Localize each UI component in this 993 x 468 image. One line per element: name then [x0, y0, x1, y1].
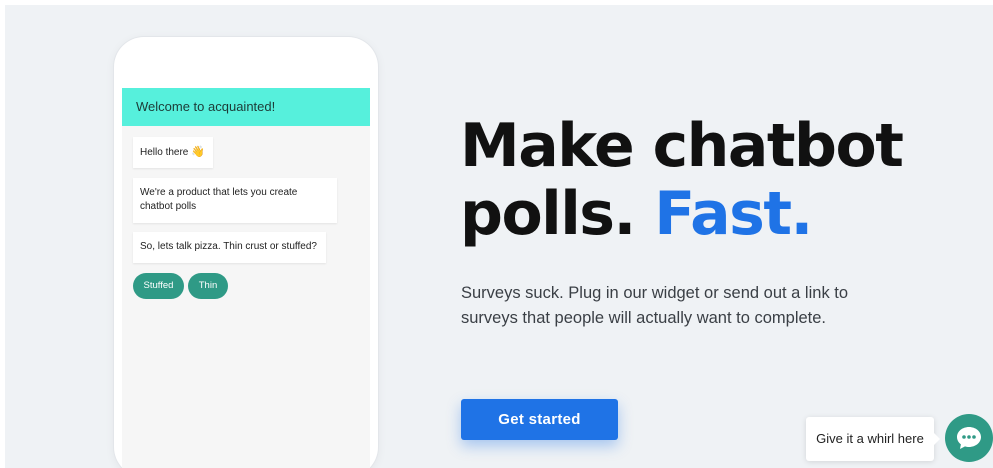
reply-button-thin[interactable]: Thin: [188, 273, 228, 299]
widget-tooltip[interactable]: Give it a whirl here: [806, 417, 940, 461]
chat-message-intro: We're a product that lets you create cha…: [133, 178, 337, 223]
reply-button-stuffed[interactable]: Stuffed: [133, 273, 184, 299]
get-started-button[interactable]: Get started: [461, 399, 618, 440]
chat-header: Welcome to acquainted!: [122, 88, 370, 126]
page-title: Make chatbot polls. Fast.: [460, 112, 940, 248]
hero-subtext: Surveys suck. Plug in our widget or send…: [461, 284, 849, 327]
chat-message-question: So, lets talk pizza. Thin crust or stuff…: [133, 232, 326, 263]
waving-hand-icon: 👋: [191, 146, 205, 158]
chat-widget-button[interactable]: [945, 414, 993, 462]
chat-bubble-icon: [957, 427, 981, 449]
chat-message-greeting: Hello there 👋: [133, 137, 213, 168]
headline-accent: Fast.: [654, 179, 813, 249]
chat-message-text: Hello there: [140, 147, 189, 158]
